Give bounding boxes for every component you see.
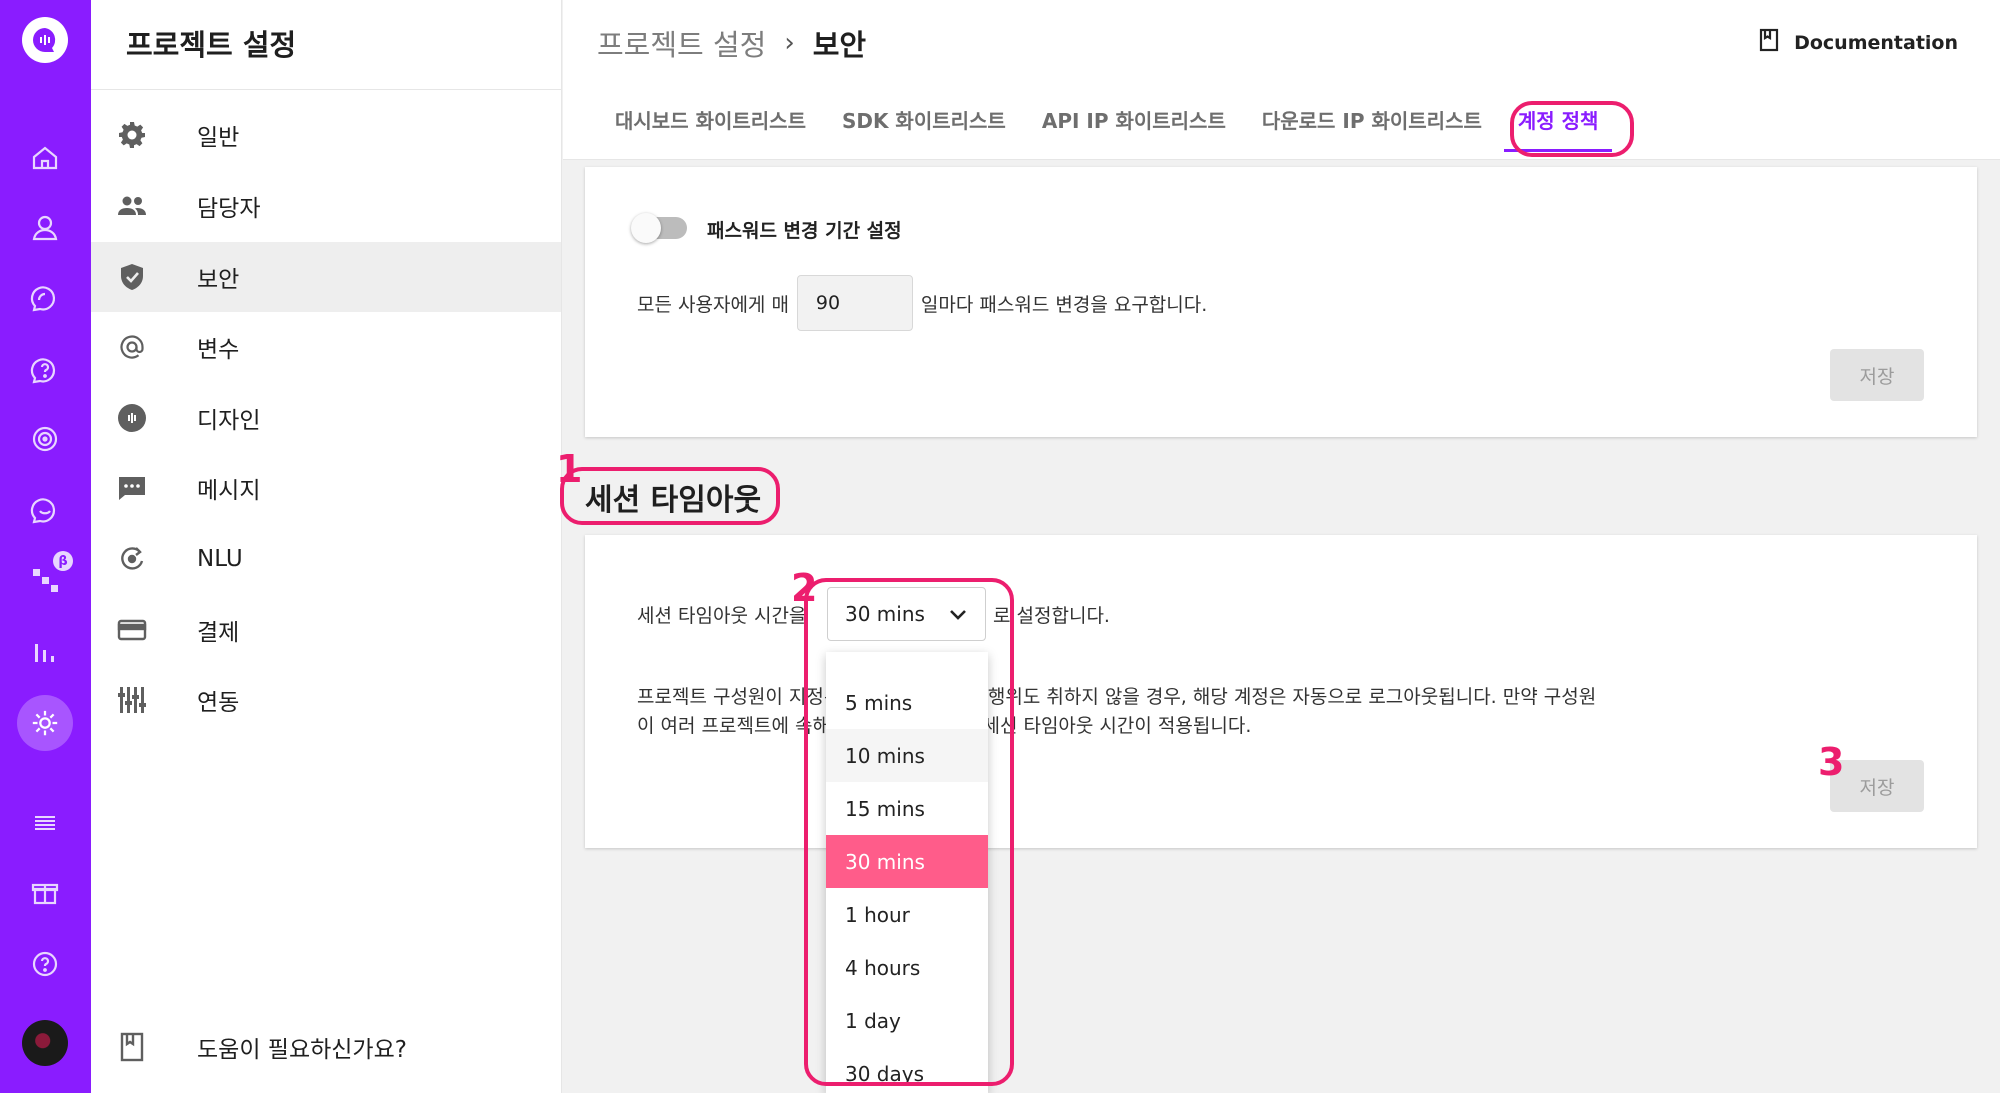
sidebar-item-security[interactable]: 보안 — [91, 242, 561, 312]
tab-api-ip-whitelist[interactable]: API IP 화이트리스트 — [1042, 105, 1226, 152]
tab-bar: 대시보드 화이트리스트 SDK 화이트리스트 API IP 화이트리스트 다운로… — [615, 105, 1612, 152]
stats-icon[interactable] — [26, 633, 64, 671]
password-policy-card: 패스워드 변경 기간 설정 모든 사용자에게 매 일마다 패스워드 변경을 요구… — [585, 167, 1977, 437]
sidebar-item-label: 일반 — [197, 125, 240, 151]
avatar[interactable] — [22, 1020, 68, 1066]
integration-icon — [115, 683, 149, 717]
annotation-box-title — [560, 467, 780, 525]
password-days-input[interactable] — [796, 275, 913, 331]
password-period-suffix: 일마다 패스워드 변경을 요구합니다. — [920, 293, 1208, 316]
breadcrumb-parent[interactable]: 프로젝트 설정 — [597, 22, 766, 64]
gear-icon — [115, 118, 149, 152]
sidebar-item-label: 디자인 — [197, 408, 261, 434]
annotation-number-2: 2 — [791, 566, 818, 610]
sidebar-item-label: 변수 — [197, 337, 240, 363]
book-icon — [1758, 28, 1780, 57]
logo-icon[interactable] — [22, 17, 68, 63]
book-icon — [115, 1030, 149, 1064]
tab-dashboard-whitelist[interactable]: 대시보드 화이트리스트 — [615, 105, 806, 152]
sidebar-item-label: 연동 — [197, 690, 240, 716]
annotation-box-dropdown — [804, 578, 1014, 1086]
gift-icon[interactable] — [26, 874, 64, 912]
people-icon — [115, 189, 149, 223]
message-icon — [115, 471, 149, 505]
sidebar-item-label: 보안 — [197, 267, 240, 293]
page-title: 보안 — [812, 28, 867, 62]
shield-icon — [115, 260, 149, 294]
sidebar-item-billing[interactable]: 결제 — [91, 595, 561, 665]
help-icon[interactable] — [26, 945, 64, 983]
sidebar-title: 프로젝트 설정 — [126, 28, 297, 62]
password-period-row: 모든 사용자에게 매 일마다 패스워드 변경을 요구합니다. — [637, 275, 1207, 331]
sidebar-item-label: NLU — [197, 546, 243, 572]
tab-download-ip-whitelist[interactable]: 다운로드 IP 화이트리스트 — [1262, 105, 1482, 152]
app-rail: β — [0, 0, 91, 1093]
documentation-label: Documentation — [1794, 31, 1958, 54]
annotation-box-tab — [1510, 101, 1634, 157]
session-timeout-description: 프로젝트 구성원이 지정된 시간 동안 아무런 행위도 취하지 않을 경우, 해… — [637, 686, 1597, 737]
help-label: 도움이 필요하신가요? — [197, 1037, 407, 1063]
sidebar-item-managers[interactable]: 담당자 — [91, 171, 561, 241]
sidebar-item-design[interactable]: 디자인 — [91, 383, 561, 453]
sidebar-item-general[interactable]: 일반 — [91, 100, 561, 170]
search-chat-icon[interactable] — [26, 491, 64, 529]
sidebar-item-variables[interactable]: 변수 — [91, 312, 561, 382]
tab-sdk-whitelist[interactable]: SDK 화이트리스트 — [842, 105, 1006, 152]
documentation-link[interactable]: Documentation — [1758, 28, 1958, 57]
nlu-icon — [115, 542, 149, 576]
card-icon — [115, 613, 149, 647]
sidebar-item-messages[interactable]: 메시지 — [91, 453, 561, 523]
home-icon[interactable] — [26, 139, 64, 177]
password-period-toggle[interactable] — [631, 213, 687, 243]
at-icon — [115, 330, 149, 364]
annotation-number-3: 3 — [1818, 740, 1845, 784]
help-link[interactable]: 도움이 필요하신가요? — [91, 1012, 561, 1082]
sidebar-item-label: 결제 — [197, 620, 240, 646]
settings-icon[interactable] — [17, 695, 73, 751]
design-icon — [115, 401, 149, 435]
sidebar-item-nlu[interactable]: NLU — [91, 524, 561, 594]
password-period-label: 패스워드 변경 기간 설정 — [707, 220, 902, 242]
password-save-button[interactable]: 저장 — [1830, 349, 1924, 401]
beta-badge: β — [53, 551, 73, 571]
settings-sidebar: 프로젝트 설정 일반 담당자 보안 변수 디자인 메시지 NLU 결제 연동 도… — [91, 0, 562, 1093]
sidebar-item-label: 담당자 — [197, 196, 261, 222]
password-period-prefix: 모든 사용자에게 매 — [637, 293, 789, 316]
chevron-right-icon: › — [784, 28, 795, 58]
target-icon[interactable] — [26, 420, 64, 458]
list-icon[interactable] — [26, 804, 64, 842]
sidebar-item-label: 메시지 — [197, 478, 261, 504]
session-timeout-prefix: 세션 타임아웃 시간을 — [637, 605, 807, 627]
sidebar-item-integration[interactable]: 연동 — [91, 665, 561, 735]
faq-icon[interactable] — [26, 351, 64, 389]
chat-icon[interactable] — [26, 279, 64, 317]
annotation-number-1: 1 — [556, 447, 583, 491]
page-header: 프로젝트 설정 › 보안 Documentation 대시보드 화이트리스트 S… — [563, 0, 2000, 160]
breadcrumb: 프로젝트 설정 › 보안 — [597, 22, 866, 64]
user-icon[interactable] — [26, 209, 64, 247]
divider — [91, 89, 561, 90]
